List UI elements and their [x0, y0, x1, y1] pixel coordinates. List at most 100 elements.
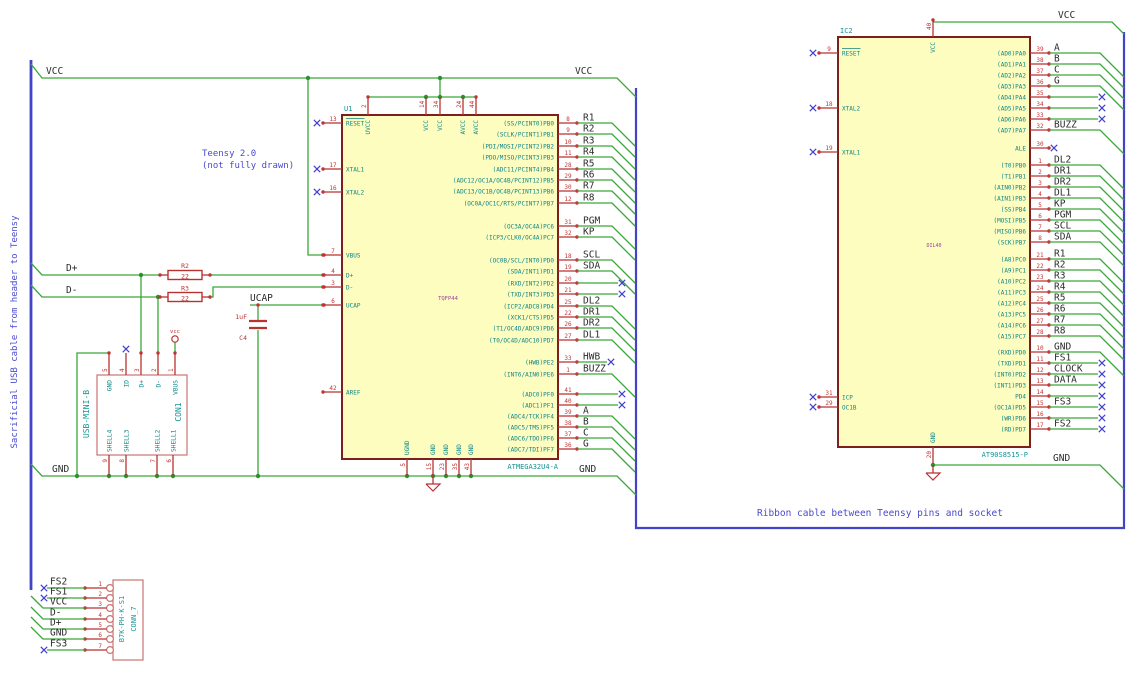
vcc-power-label: vcc: [170, 329, 180, 335]
pin-number: 27: [564, 333, 572, 340]
ic2-value: AT90S8515-P: [982, 451, 1028, 459]
r3-value: 22: [181, 295, 189, 303]
con1-ref: CON1: [174, 402, 183, 421]
pin-number: 37: [564, 431, 572, 438]
u1-value: ATMEGA32U4-A: [507, 463, 558, 471]
pin-end-dot: [1047, 146, 1051, 150]
pin-number: 8: [566, 116, 570, 123]
pin-name: AVCC: [460, 120, 467, 135]
pin-name: GND: [430, 444, 437, 455]
pin-name: UGND: [404, 440, 411, 455]
pin-number: 6: [98, 632, 102, 639]
pin-name: D+: [346, 272, 354, 279]
pin-number: 40: [926, 22, 933, 30]
pin-name: (A9)PC1: [1001, 267, 1027, 274]
pin-number: 33: [564, 355, 572, 362]
pin-name: (A13)PC5: [997, 311, 1026, 318]
pin-number: 4: [98, 612, 102, 619]
net-label: BUZZ: [583, 364, 606, 375]
pin-name: (A14)PC6: [997, 322, 1026, 329]
wire: [1049, 74, 1125, 100]
pin-number: 3: [1038, 180, 1042, 187]
net-label: R3: [1054, 271, 1065, 282]
pin-name: (T0)PB0: [1001, 162, 1027, 169]
pin-number: 2: [1038, 169, 1042, 176]
net-label: A: [1054, 43, 1060, 54]
net-label: BUZZ: [1054, 120, 1077, 131]
pin-number: 4: [119, 368, 126, 372]
pin-number: 7: [331, 248, 335, 255]
pin-name: OC1B: [842, 404, 857, 411]
pin-number: 13: [329, 116, 337, 123]
pin-name: (ADC7/TDI)PF7: [507, 446, 554, 453]
pin-number: 36: [1036, 79, 1044, 86]
pin-number: 12: [564, 196, 572, 203]
pin-number: 35: [1036, 90, 1044, 97]
pin-number: 8: [119, 459, 126, 463]
pin-end-dot: [817, 405, 821, 409]
pin-name: (TXD)PD1: [997, 360, 1026, 367]
pin-number: 34: [433, 100, 440, 108]
pin-end-dot: [321, 285, 325, 289]
pin-name: UCAP: [346, 302, 361, 309]
net-label: R4: [583, 147, 595, 158]
teensy-note: Teensy 2.0: [202, 149, 256, 159]
pin-name: (AD7)PA7: [997, 127, 1026, 134]
net-label: DL2: [1054, 155, 1071, 166]
pin-name: (SS)PB4: [1001, 206, 1027, 213]
pin-name: (A10)PC2: [997, 278, 1026, 285]
pin-name: VCC: [423, 120, 430, 131]
pin-number: 1: [98, 581, 102, 588]
pin-number: 29: [564, 173, 572, 180]
r2-value: 22: [181, 273, 189, 281]
pin-end-dot: [208, 295, 212, 299]
junction-dot: [255, 473, 261, 479]
pin-name: (HWB)PE2: [525, 359, 554, 366]
pin-number: 3: [134, 368, 141, 372]
c4-value: 1uF: [235, 313, 247, 321]
ic2-ref: IC2: [840, 27, 853, 35]
net-label: UCAP: [250, 293, 273, 304]
pin-name: (AD2)PA2: [997, 72, 1026, 79]
pin-number: 28: [564, 162, 572, 169]
pin-end-dot: [321, 167, 325, 171]
net-label: R8: [583, 193, 595, 204]
pin-number: 26: [564, 321, 572, 328]
schematic-page: vcc 13 RESET 17 XTAL1 16 XTAL2 7 VBUS 4 D+ 3 D- 6 UCAP…: [0, 0, 1131, 690]
pin-number: 10: [1036, 345, 1044, 352]
wire: [30, 63, 637, 98]
pin-number: 9: [566, 127, 570, 134]
pin-name: (SCK)PB7: [997, 239, 1026, 246]
pin-name: (OC3A/OC4A)PC6: [503, 223, 554, 230]
pin-name: (OC0A/OC1C/RTS/PCINT7)PB7: [464, 200, 555, 207]
pin-number: 6: [166, 459, 173, 463]
conn7-ref: CONN_7: [130, 606, 138, 631]
net-label: D-: [66, 285, 77, 296]
pin-end-dot: [208, 273, 212, 277]
net-label: GND: [52, 464, 69, 475]
pin-name: (AD5)PA5: [997, 105, 1026, 112]
pin-number: 6: [1038, 213, 1042, 220]
pin-name: (XCK1/CTS)PD5: [507, 314, 554, 321]
pin-number: 16: [1036, 411, 1044, 418]
pin-number: 30: [1036, 141, 1044, 148]
net-label: B: [1054, 54, 1060, 65]
wire: [1049, 63, 1125, 89]
pin-name: (WR)PD6: [1001, 415, 1027, 422]
pin-name: PD4: [1015, 393, 1026, 400]
net-label: DL2: [583, 296, 600, 307]
net-label: R7: [1054, 315, 1065, 326]
wire: [933, 464, 1125, 490]
pin-name: SHELL2: [155, 429, 162, 452]
pin-number: 13: [1036, 378, 1044, 385]
pin-name: (ADC5/TMS)PF5: [507, 424, 554, 431]
pin-name: XTAL1: [842, 149, 860, 156]
pin-number: 30: [564, 184, 572, 191]
pin-name: (ICP2/ADC8)PD4: [503, 303, 554, 310]
pin-name: GND: [468, 444, 475, 455]
net-label: R5: [583, 159, 594, 170]
net-label: CLOCK: [1054, 364, 1083, 375]
pin-number: 37: [1036, 68, 1044, 75]
pin-number: 20: [926, 451, 933, 459]
conn7-value: B7K-PH-K-S1: [118, 596, 126, 642]
